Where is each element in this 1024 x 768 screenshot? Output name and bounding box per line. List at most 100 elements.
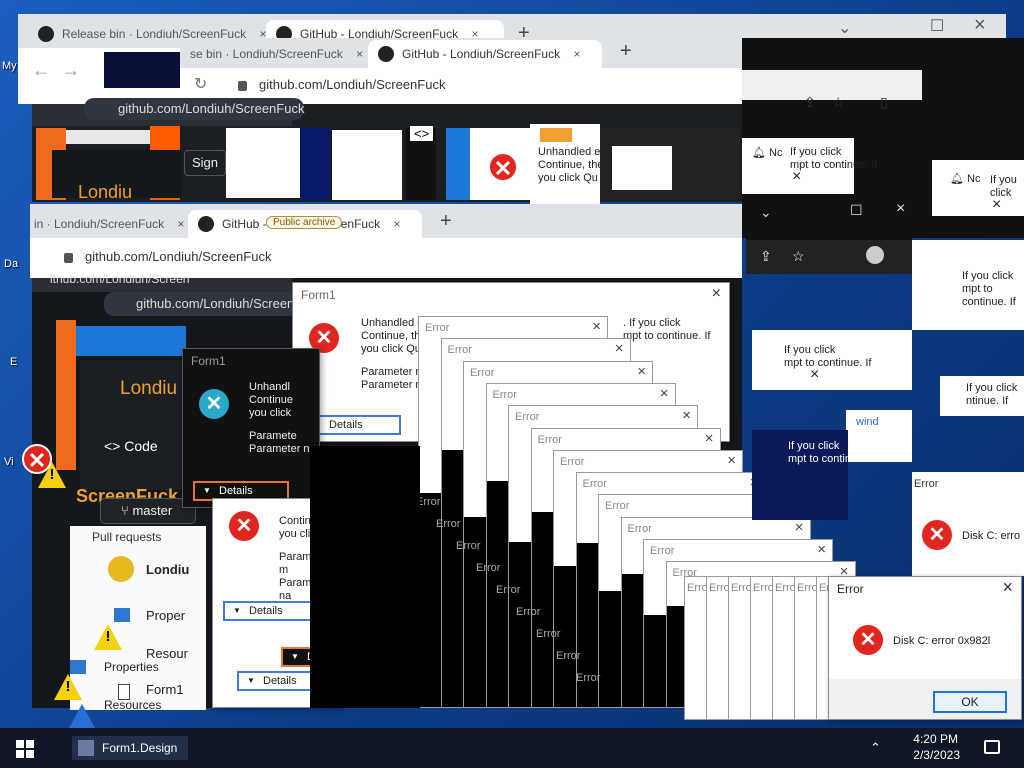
repo-name[interactable]: Londiu bbox=[120, 378, 177, 400]
avatar[interactable] bbox=[866, 246, 884, 264]
lock-icon bbox=[238, 80, 247, 91]
properties-label[interactable]: Properties bbox=[104, 660, 159, 674]
folder-icon bbox=[70, 660, 86, 674]
tab-code[interactable]: <> Code bbox=[104, 438, 158, 454]
star-icon[interactable]: ☆ bbox=[792, 248, 805, 265]
address-bar[interactable]: github.com/Londiuh/ScreenFuck bbox=[224, 70, 724, 100]
maximize-icon[interactable]: ☐ bbox=[850, 202, 863, 219]
details-button[interactable]: Details bbox=[223, 601, 319, 621]
address-bar[interactable]: github.com/Londiuh/ScreenFuck bbox=[50, 242, 730, 272]
dialog-title: Error bbox=[447, 344, 472, 357]
url-text: github.com/Londiuh/ScreenFuck bbox=[85, 249, 272, 264]
address-bar[interactable]: github.com/Londiuh/ScreenFuck bbox=[84, 98, 304, 120]
dialog-title: Error bbox=[753, 582, 774, 594]
close-icon[interactable]: × bbox=[592, 318, 601, 335]
clock[interactable]: 4:20 PM 2/3/2023 bbox=[913, 731, 960, 763]
form1-item[interactable]: Form1 bbox=[146, 682, 184, 697]
tab-release-bin[interactable]: in · Londiuh/ScreenFuck × bbox=[30, 210, 194, 238]
new-tab-plus-icon[interactable]: + bbox=[620, 40, 632, 63]
desktop-icon-label[interactable]: E bbox=[10, 356, 17, 368]
notification-text: If you click ntinue. If bbox=[966, 382, 1018, 407]
dialog-title: Error bbox=[582, 478, 607, 491]
dialog-title: Error bbox=[516, 606, 541, 618]
close-icon[interactable]: × bbox=[393, 217, 400, 231]
sign-in-button[interactable]: Sign bbox=[184, 150, 226, 176]
close-icon[interactable]: × bbox=[682, 407, 691, 424]
error-dialog: Error bbox=[728, 576, 752, 720]
github-icon bbox=[38, 26, 54, 42]
close-icon[interactable]: × bbox=[817, 541, 826, 558]
dialog-title: Error bbox=[560, 455, 585, 468]
dialog-message: Disk C: erro bbox=[962, 530, 1021, 542]
desktop-icon-label[interactable]: My bbox=[2, 60, 17, 72]
notification-text: If you click mpt to continue. If bbox=[788, 440, 876, 465]
close-icon[interactable]: × bbox=[177, 217, 184, 231]
repo-name[interactable]: Londiu bbox=[78, 182, 132, 203]
public-archive-badge: Public archive bbox=[266, 216, 343, 229]
close-icon[interactable]: × bbox=[795, 519, 804, 536]
ok-button[interactable]: OK bbox=[933, 691, 1007, 713]
avatar[interactable] bbox=[108, 556, 134, 582]
resources-item[interactable]: Resour bbox=[146, 646, 188, 661]
back-arrow-icon[interactable]: ← bbox=[32, 60, 50, 81]
dialog-message: Unhandled e Continue, the you click Qu bbox=[538, 146, 604, 184]
resources-label[interactable]: Resources bbox=[104, 698, 161, 712]
warning-icon bbox=[68, 704, 96, 730]
dialog-title: Error bbox=[476, 562, 501, 574]
maximize-icon[interactable]: ☐ bbox=[930, 16, 944, 36]
share-icon[interactable]: ⇪ bbox=[804, 94, 816, 111]
desktop-icon-label[interactable]: Da bbox=[4, 258, 18, 270]
dialog-title: Error bbox=[436, 518, 461, 530]
dialog-title: Form1 bbox=[191, 354, 226, 368]
close-window-icon[interactable]: × bbox=[896, 200, 905, 218]
chevron-down-icon[interactable]: ⌄ bbox=[760, 204, 772, 221]
new-tab-plus-icon[interactable]: + bbox=[440, 210, 452, 233]
pull-requests-link[interactable]: Pull requests bbox=[92, 530, 161, 544]
tab-github[interactable]: GitHub - Londiuh/ScreenFuck × bbox=[368, 40, 602, 68]
dialog-title: Form1 bbox=[301, 288, 336, 302]
error-icon: ✕ bbox=[488, 152, 518, 182]
share-icon[interactable]: ⇪ bbox=[760, 248, 772, 265]
properties-item[interactable]: Proper bbox=[146, 608, 185, 623]
url-text: github.com/Londiuh/ScreenFuck bbox=[259, 77, 446, 92]
app-icon bbox=[78, 740, 94, 756]
tab-label: se bin · Londiuh/ScreenFuck bbox=[190, 47, 343, 61]
notification-center-icon[interactable] bbox=[984, 740, 1000, 754]
close-icon[interactable]: × bbox=[1002, 577, 1013, 598]
close-icon[interactable]: × bbox=[660, 385, 669, 402]
dialog-title: Error bbox=[496, 584, 521, 596]
forward-arrow-icon[interactable]: → bbox=[62, 60, 80, 81]
error-dialog: Error bbox=[794, 576, 818, 720]
tab-release-bin[interactable]: se bin · Londiuh/ScreenFuck × bbox=[180, 40, 373, 68]
close-icon[interactable]: × bbox=[705, 430, 714, 447]
notification-chevron-icon[interactable]: ⌃ bbox=[870, 740, 881, 756]
branch-icon: ⑂ bbox=[121, 503, 129, 518]
dialog-message: Disk C: error 0x982l bbox=[893, 635, 991, 647]
close-icon[interactable]: × bbox=[573, 47, 580, 61]
close-icon[interactable]: × bbox=[712, 285, 721, 303]
minimize-icon[interactable]: ⌄ bbox=[838, 18, 851, 38]
notification-text: If you click mpt to continue. If bbox=[784, 344, 872, 369]
dialog-title: Error bbox=[576, 672, 601, 684]
close-icon[interactable]: × bbox=[637, 363, 646, 380]
user-name[interactable]: Londiu bbox=[146, 562, 189, 577]
close-window-icon[interactable]: × bbox=[974, 14, 986, 37]
tab-bar: se bin · Londiuh/ScreenFuck × GitHub - L… bbox=[180, 38, 742, 68]
close-icon[interactable]: × bbox=[615, 340, 624, 357]
windows-label: wind bbox=[856, 416, 879, 428]
desktop-icon-label[interactable]: Vi bbox=[4, 456, 14, 468]
address-bar[interactable]: github.com/Londiuh/ScreenFuck bbox=[104, 292, 322, 316]
reload-icon[interactable]: ↻ bbox=[194, 74, 207, 94]
close-icon[interactable]: × bbox=[792, 168, 801, 186]
close-icon[interactable]: × bbox=[992, 196, 1001, 214]
close-icon[interactable]: × bbox=[356, 47, 363, 61]
windows-start-icon[interactable] bbox=[16, 740, 34, 758]
star-icon[interactable]: ☆ bbox=[832, 94, 845, 111]
dialog-title: Error bbox=[627, 522, 652, 535]
close-icon[interactable]: × bbox=[727, 452, 736, 469]
close-icon[interactable]: × bbox=[810, 366, 819, 384]
dialog-title: Error bbox=[492, 388, 517, 401]
extension-icon[interactable]: ▯ bbox=[880, 94, 888, 111]
github-icon bbox=[198, 216, 214, 232]
dialog-title: Error bbox=[914, 478, 939, 490]
